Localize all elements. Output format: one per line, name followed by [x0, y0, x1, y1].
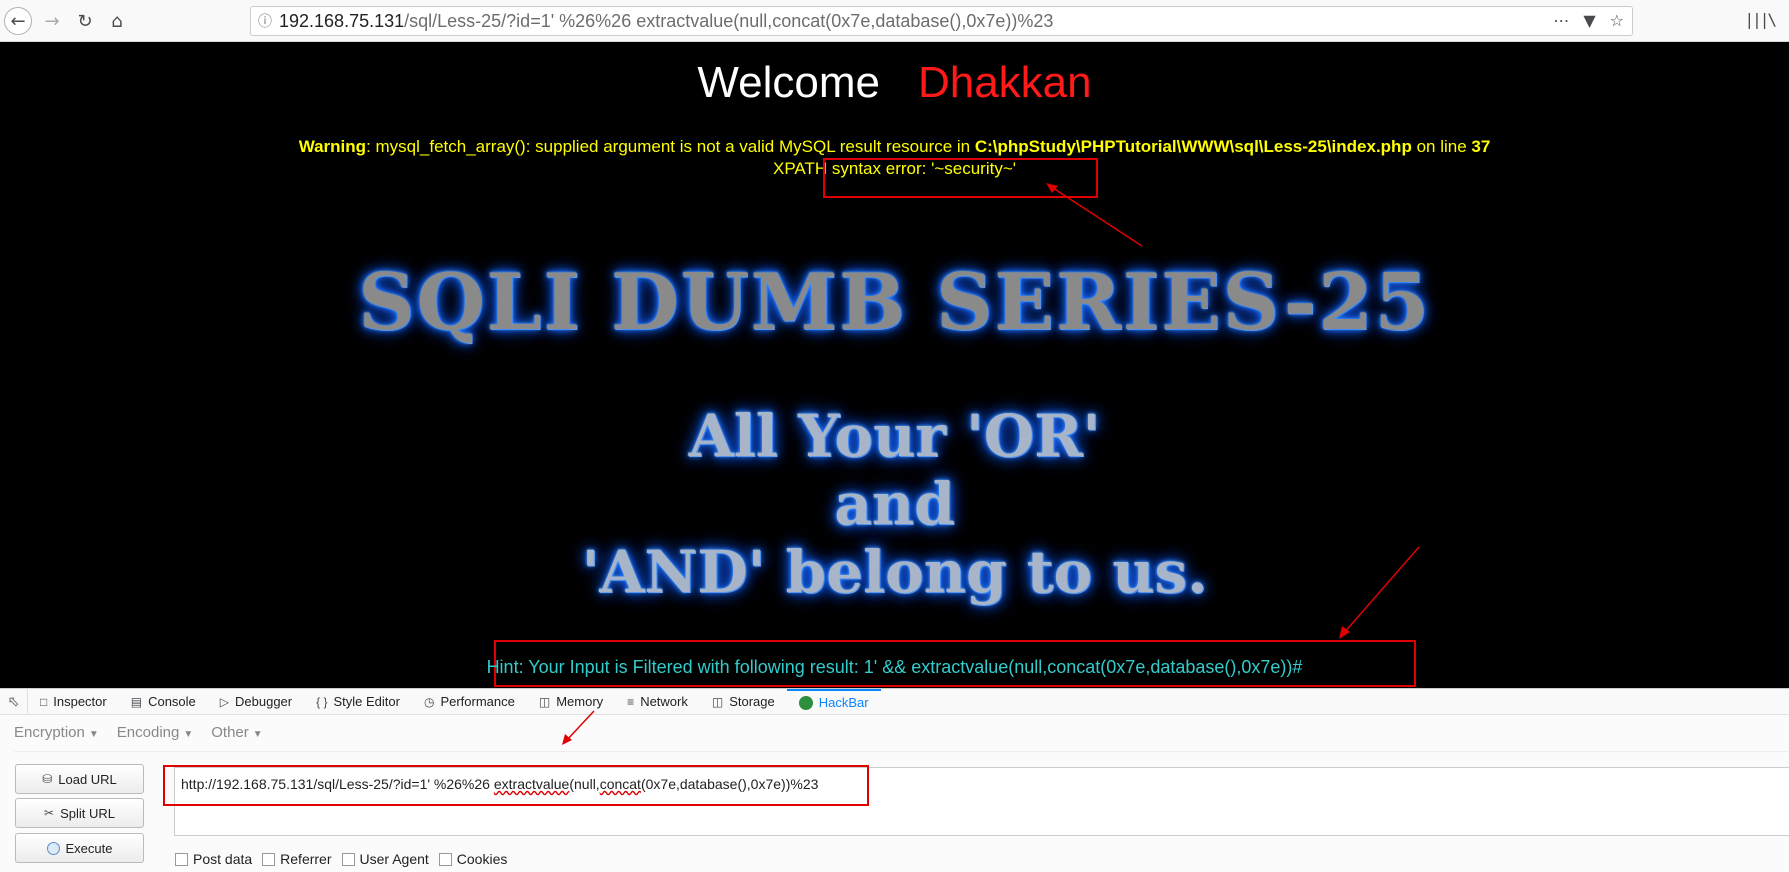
inspector-icon: □: [40, 694, 48, 709]
performance-icon: ◷: [423, 694, 435, 709]
forward-arrow-icon[interactable]: →: [38, 7, 66, 35]
scissors-icon: ✂: [44, 806, 55, 820]
checkbox-box[interactable]: [341, 852, 355, 866]
network-icon: ≡: [627, 694, 635, 709]
execute-icon: [46, 841, 60, 855]
checkbox-label: Post data: [193, 851, 253, 867]
caret-down-icon: ▼: [183, 729, 194, 740]
warning-path: C:\phpStudy\PHPTutorial\WWW\sql\Less-25\…: [974, 137, 1412, 156]
warning-text: : mysql_fetch_array(): supplied argument…: [366, 137, 975, 156]
caret-down-icon: ▼: [88, 729, 99, 740]
checkbox-box[interactable]: [175, 852, 188, 866]
browser-toolbar: ← → ↻ ⌂ ⓘ 192.168.75.131/sql/Less-25/?id…: [0, 0, 1789, 42]
tab-label: Console: [148, 694, 196, 709]
slogan-line-2: and: [834, 470, 955, 538]
filter-hint: Hint: Your Input is Filtered with follow…: [486, 657, 1303, 677]
menu-other[interactable]: Other ▼: [211, 724, 262, 751]
page-actions-icon[interactable]: ⋯: [1553, 11, 1569, 30]
debugger-icon: ▷: [219, 694, 230, 709]
pocket-icon[interactable]: ▼: [1583, 11, 1595, 30]
php-warning: Warning: mysql_fetch_array(): supplied a…: [0, 137, 1789, 157]
checkbox-label: User Agent: [359, 851, 429, 867]
checkbox-label: Referrer: [280, 851, 332, 867]
url-host: 192.168.75.131: [279, 10, 405, 31]
menu-label: Encoding: [116, 724, 180, 741]
post-data-checkbox[interactable]: Post data: [175, 851, 252, 867]
tab-style-editor[interactable]: { } Style Editor: [304, 689, 412, 714]
tab-label: Storage: [729, 694, 775, 709]
button-label: Split URL: [60, 805, 115, 821]
home-icon[interactable]: ⌂: [103, 7, 131, 35]
url-bar[interactable]: ⓘ 192.168.75.131/sql/Less-25/?id=1' %26%…: [250, 6, 1633, 36]
execute-button[interactable]: Execute: [15, 833, 144, 863]
back-arrow-icon[interactable]: ←: [4, 7, 32, 35]
load-url-icon: ⛁: [42, 772, 53, 786]
caret-down-icon: ▼: [252, 729, 263, 740]
series-title: SQLI DUMB SERIES-25: [358, 257, 1431, 348]
button-label: Execute: [65, 840, 113, 856]
user-agent-checkbox[interactable]: User Agent: [341, 851, 429, 867]
tab-storage[interactable]: ◫ Storage: [700, 689, 787, 714]
annotation-arrow-hint: [1339, 546, 1420, 639]
button-label: Load URL: [58, 771, 117, 787]
user-name: Dhakkan: [917, 58, 1092, 107]
load-url-button[interactable]: ⛁ Load URL: [15, 764, 144, 794]
hackbar-panel: Encryption ▼ Encoding ▼ Other ▼ ⛁ Load URL ✂…: [0, 710, 1789, 872]
url-path: /sql/Less-25/?id=1' %26%26 extractvalue(…: [404, 10, 1054, 31]
tab-label: Network: [640, 694, 688, 709]
tab-label: Inspector: [53, 694, 107, 709]
console-icon: ▤: [130, 694, 143, 709]
warning-online: on line: [1411, 137, 1472, 156]
style-editor-icon: { }: [316, 694, 328, 709]
url-text[interactable]: 192.168.75.131/sql/Less-25/?id=1' %26%26…: [279, 11, 1053, 32]
hackbar-logo-icon: [798, 695, 813, 710]
bookmark-star-icon[interactable]: ☆: [1610, 11, 1624, 30]
annotation-arrow-url: [562, 710, 595, 745]
menu-encryption[interactable]: Encryption ▼: [14, 724, 99, 751]
hackbar-menus: Encryption ▼ Encoding ▼ Other ▼: [14, 724, 1789, 752]
referrer-checkbox[interactable]: Referrer: [262, 851, 332, 867]
checkbox-label: Cookies: [456, 851, 508, 867]
tab-console[interactable]: ▤ Console: [119, 689, 208, 714]
warning-label: Warning: [298, 137, 367, 156]
checkbox-box[interactable]: [262, 852, 276, 866]
tab-performance[interactable]: ◷ Performance: [412, 689, 527, 714]
slogan-line-3: 'AND' belong to us.: [581, 538, 1208, 606]
menu-label: Encryption: [14, 724, 85, 741]
storage-icon: ◫: [711, 694, 724, 709]
devtools-tabbar: ⬁ □ Inspector ▤ Console ▷ Debugger { } Style…: [0, 688, 1789, 715]
tab-hackbar[interactable]: HackBar: [786, 689, 881, 714]
hackbar-options: Post data Referrer User Agent Cookies: [175, 851, 507, 867]
tab-debugger[interactable]: ▷ Debugger: [208, 689, 304, 714]
annotation-arrow-xpath: [1046, 183, 1143, 247]
tab-label: Performance: [440, 694, 515, 709]
reload-icon[interactable]: ↻: [71, 7, 99, 35]
warning-line: 37: [1471, 137, 1491, 156]
tab-label: HackBar: [818, 695, 869, 710]
tab-network[interactable]: ≡ Network: [615, 689, 700, 714]
tab-label: Debugger: [235, 694, 293, 709]
tab-inspector[interactable]: □ Inspector: [28, 689, 119, 714]
menu-label: Other: [211, 724, 249, 741]
page-content: Welcome Dhakkan Warning: mysql_fetch_arra…: [0, 42, 1789, 688]
annotation-box-url: [163, 765, 869, 806]
menu-encoding[interactable]: Encoding ▼: [117, 724, 193, 751]
slogan-line-1: All Your 'OR': [688, 402, 1101, 470]
site-info-icon[interactable]: ⓘ: [251, 11, 279, 31]
checkbox-box[interactable]: [438, 852, 452, 866]
welcome-heading: Welcome Dhakkan: [0, 58, 1789, 108]
cookies-checkbox[interactable]: Cookies: [438, 851, 508, 867]
split-url-button[interactable]: ✂ Split URL: [15, 798, 144, 828]
welcome-text: Welcome: [697, 58, 880, 107]
element-picker-icon[interactable]: ⬁: [0, 689, 28, 714]
memory-icon: ◫: [538, 694, 551, 709]
tab-label: Style Editor: [333, 694, 400, 709]
library-icon[interactable]: |||\: [1744, 10, 1777, 29]
